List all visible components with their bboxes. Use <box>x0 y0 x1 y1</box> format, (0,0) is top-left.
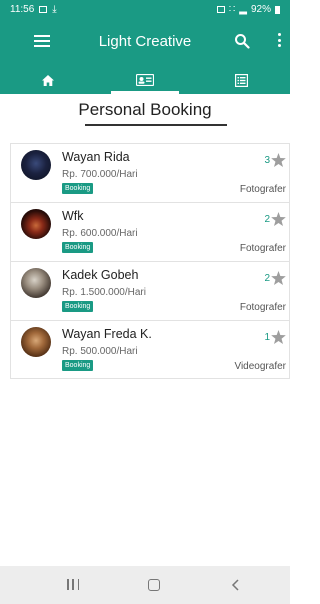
photographer-name: Wayan Rida <box>62 150 130 164</box>
system-nav-bar <box>0 566 290 604</box>
search-icon[interactable] <box>234 33 250 49</box>
tab-bar <box>0 66 290 94</box>
rating-value: 2 <box>264 272 270 284</box>
rating-value: 2 <box>264 213 270 225</box>
gallery-notification-icon <box>39 6 48 13</box>
role: Videografer <box>234 361 286 372</box>
clock: 11:56 <box>10 4 35 15</box>
home-icon <box>42 74 55 86</box>
star-icon <box>271 153 286 167</box>
battery-percent: 92% <box>250 4 271 15</box>
title-underline <box>85 124 227 126</box>
id-card-icon <box>136 74 154 86</box>
more-vert-icon[interactable] <box>276 33 282 49</box>
list-item[interactable]: Wayan Freda K. Rp. 500.000/Hari Booking … <box>10 320 290 379</box>
star-icon <box>271 271 286 285</box>
avatar <box>21 209 51 239</box>
price: Rp. 1.500.000/Hari <box>62 287 146 298</box>
booking-badge[interactable]: Booking <box>62 183 94 194</box>
rating: 1 <box>264 330 286 344</box>
alarm-icon <box>216 6 225 13</box>
role: Fotografer <box>239 243 286 254</box>
avatar <box>21 268 51 298</box>
rating-value: 3 <box>264 154 270 166</box>
avatar <box>21 327 51 357</box>
rating: 2 <box>264 212 286 226</box>
back-icon[interactable] <box>229 578 243 592</box>
star-icon <box>271 212 286 226</box>
tab-list[interactable] <box>193 66 290 94</box>
battery-icon <box>275 5 280 14</box>
price: Rp. 500.000/Hari <box>62 346 138 357</box>
booking-badge[interactable]: Booking <box>62 360 94 371</box>
avatar <box>21 150 51 180</box>
download-notification-icon: ⤓ <box>52 4 57 15</box>
rating: 3 <box>264 153 286 167</box>
list-icon <box>235 73 249 87</box>
recents-icon[interactable] <box>67 579 79 591</box>
list-item[interactable]: Wfk Rp. 600.000/Hari Booking 2 Fotografe… <box>10 202 290 261</box>
list-item[interactable]: Kadek Gobeh Rp. 1.500.000/Hari Booking 2… <box>10 261 290 320</box>
status-bar: 11:56 ⤓ ∷ ▂ 92% <box>0 0 290 20</box>
photographer-name: Wfk <box>62 209 84 223</box>
price: Rp. 700.000/Hari <box>62 169 138 180</box>
star-icon <box>271 330 286 344</box>
page-title: Personal Booking <box>78 100 212 119</box>
booking-badge[interactable]: Booking <box>62 242 94 253</box>
booking-list: Wayan Rida Rp. 700.000/Hari Booking 3 Fo… <box>10 143 290 379</box>
rating: 2 <box>264 271 286 285</box>
tab-home[interactable] <box>0 66 97 94</box>
booking-badge[interactable]: Booking <box>62 301 94 312</box>
home-button-icon[interactable] <box>148 579 160 591</box>
role: Fotografer <box>239 184 286 195</box>
list-item[interactable]: Wayan Rida Rp. 700.000/Hari Booking 3 Fo… <box>10 143 290 202</box>
app-bar: Light Creative <box>0 20 290 66</box>
rating-value: 1 <box>264 331 270 343</box>
signal-icon: ▂ <box>239 4 247 15</box>
role: Fotografer <box>239 302 286 313</box>
price: Rp. 600.000/Hari <box>62 228 138 239</box>
wifi-icon: ∷ <box>228 4 236 15</box>
tab-personal-booking[interactable] <box>97 66 194 94</box>
photographer-name: Kadek Gobeh <box>62 268 139 282</box>
photographer-name: Wayan Freda K. <box>62 327 152 341</box>
